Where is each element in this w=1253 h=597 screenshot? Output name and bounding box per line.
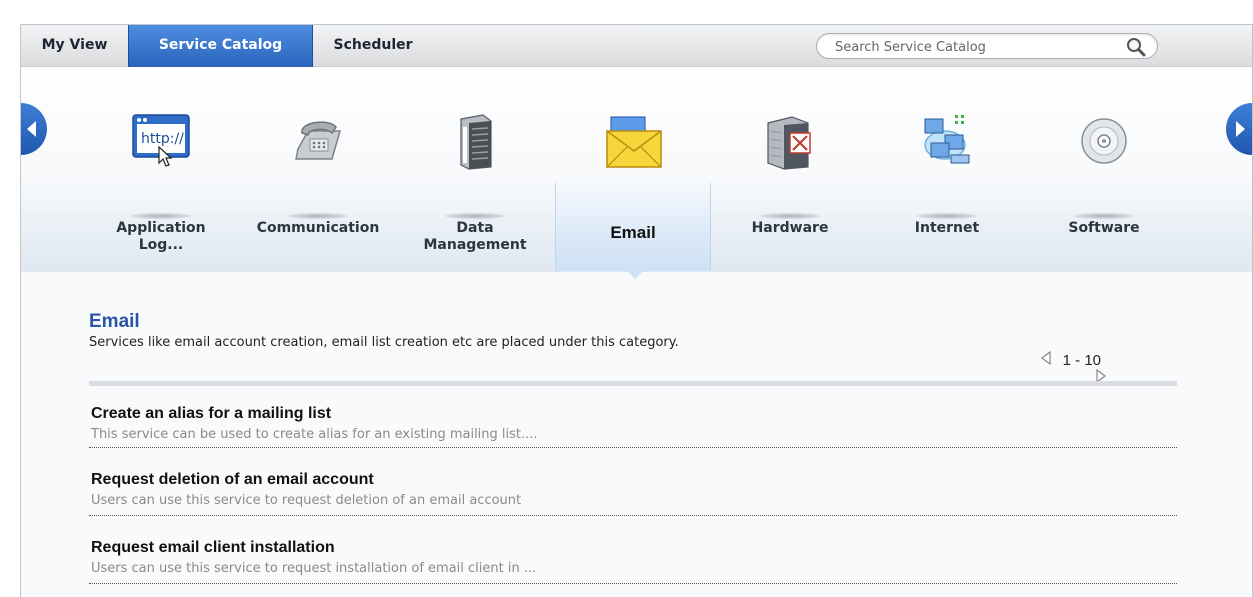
category-email[interactable]: Email xyxy=(555,67,711,271)
chevron-left-icon xyxy=(27,121,36,137)
icon-shadow xyxy=(288,213,348,219)
service-list: Create an alias for a mailing list This … xyxy=(89,405,1177,584)
chevron-right-icon xyxy=(1236,121,1245,137)
category-title: Email xyxy=(89,311,140,332)
category-label: Hardware xyxy=(751,220,829,236)
category-label: Software xyxy=(1068,220,1140,236)
category-label: Communication xyxy=(256,220,380,236)
server-rack-icon xyxy=(443,111,507,171)
service-description: This service can be used to create alias… xyxy=(91,427,538,442)
service-title[interactable]: Request email client installation xyxy=(91,539,335,557)
svg-text:http://: http:// xyxy=(141,131,184,147)
icon-shadow xyxy=(131,213,191,219)
category-label: Application Log... xyxy=(116,220,206,253)
tab-my-view[interactable]: My View xyxy=(21,25,128,67)
category-communication[interactable]: Communication xyxy=(240,67,396,271)
service-title[interactable]: Create an alias for a mailing list xyxy=(91,405,331,423)
selected-pointer xyxy=(626,270,644,279)
icon-shadow xyxy=(445,213,505,219)
icon-shadow xyxy=(760,213,820,219)
search-input[interactable] xyxy=(835,37,1115,57)
page-range: 1 - 10 xyxy=(1062,351,1101,369)
category-content: Email Services like email account creati… xyxy=(89,311,1179,584)
service-item[interactable]: Request deletion of an email account Use… xyxy=(89,448,1177,516)
cd-disc-icon xyxy=(1072,111,1136,171)
section-divider xyxy=(89,381,1177,386)
network-computers-icon xyxy=(915,111,979,171)
pagination: 1 - 10 xyxy=(1039,350,1179,384)
hardware-server-icon xyxy=(758,111,822,171)
search-box xyxy=(816,33,1158,59)
category-hardware[interactable]: Hardware xyxy=(712,67,868,271)
icon-shadow xyxy=(917,213,977,219)
service-description: Users can use this service to request de… xyxy=(91,493,522,508)
service-item[interactable]: Create an alias for a mailing list This … xyxy=(89,405,1177,448)
category-data-management[interactable]: Data Management xyxy=(397,67,553,271)
top-tab-bar: My View Service Catalog Scheduler xyxy=(21,25,1252,75)
search-icon[interactable] xyxy=(1125,36,1147,58)
service-catalog-panel: My View Service Catalog Scheduler Search… xyxy=(20,24,1253,597)
service-description: Users can use this service to request in… xyxy=(91,561,537,576)
service-item[interactable]: Request email client installation Users … xyxy=(89,516,1177,584)
envelope-icon xyxy=(601,111,665,171)
category-label: Internet xyxy=(914,220,980,236)
icon-shadow xyxy=(1074,213,1134,219)
browser-http-icon: http:// xyxy=(129,111,193,171)
category-software[interactable]: Software xyxy=(1026,67,1182,271)
category-internet[interactable]: Internet xyxy=(869,67,1025,271)
telephone-icon xyxy=(286,111,350,171)
category-label: Data Management xyxy=(423,220,527,253)
service-title[interactable]: Request deletion of an email account xyxy=(91,471,374,489)
category-application-log[interactable]: http:// Application Log... xyxy=(83,67,239,271)
category-label: Email xyxy=(610,223,656,242)
tab-scheduler[interactable]: Scheduler xyxy=(313,25,433,67)
tab-service-catalog[interactable]: Service Catalog xyxy=(128,25,313,75)
prev-page-icon[interactable] xyxy=(1040,350,1052,369)
category-description: Services like email account creation, em… xyxy=(89,335,679,350)
